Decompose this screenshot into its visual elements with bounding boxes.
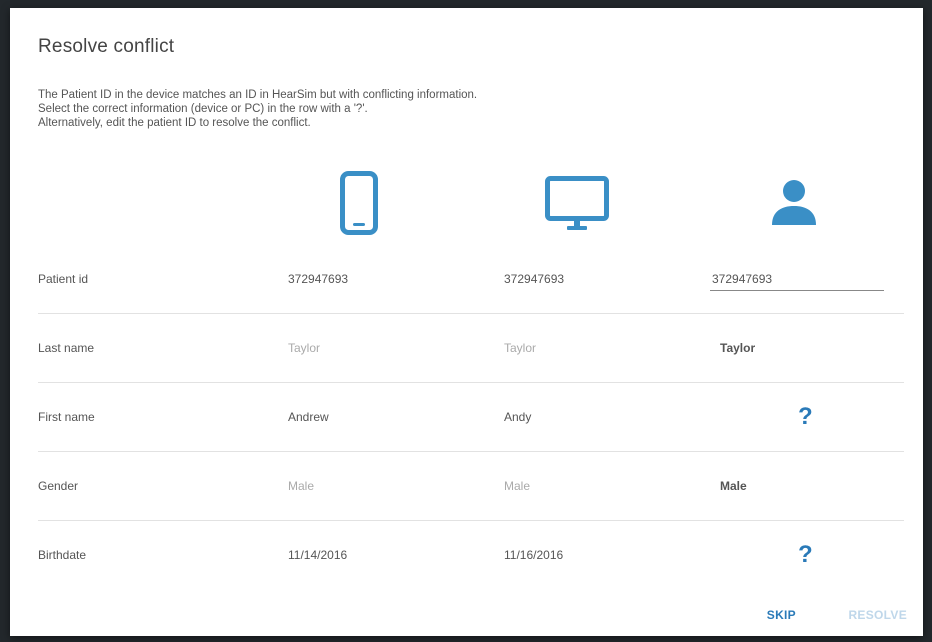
row-birthdate: Birthdate 11/14/2016 11/16/2016 ?: [38, 520, 904, 589]
row-patient-id: Patient id 372947693 372947693: [38, 244, 904, 314]
pc-value: 372947693: [504, 271, 565, 286]
monitor-icon: [545, 176, 609, 232]
device-value-option[interactable]: 11/14/2016: [288, 548, 347, 562]
person-icon: [771, 179, 817, 225]
device-value: Taylor: [288, 340, 321, 355]
row-first-name: First name Andrew Andy ?: [38, 382, 904, 452]
description-line: Select the correct information (device o…: [38, 103, 368, 115]
device-value: 372947693: [288, 271, 349, 286]
device-value-option[interactable]: Andrew: [288, 410, 329, 424]
row-label: First name: [38, 409, 95, 424]
pc-value: Male: [504, 478, 531, 493]
conflict-question-icon[interactable]: ?: [798, 541, 813, 569]
description-line: Alternatively, edit the patient ID to re…: [38, 117, 311, 129]
row-label: Patient id: [38, 271, 89, 286]
resolved-value: Male: [720, 478, 747, 493]
device-value: Male: [288, 478, 315, 493]
resolve-button[interactable]: RESOLVE: [848, 608, 907, 622]
row-label: Gender: [38, 478, 79, 493]
skip-button[interactable]: SKIP: [767, 608, 796, 622]
resolve-conflict-dialog: Resolve conflict The Patient ID in the d…: [10, 8, 923, 636]
pc-value: Taylor: [504, 340, 537, 355]
row-label: Birthdate: [38, 547, 87, 562]
patient-id-input[interactable]: [710, 264, 884, 291]
resolved-value: Taylor: [720, 340, 756, 355]
description-line: The Patient ID in the device matches an …: [38, 89, 478, 101]
dialog-title: Resolve conflict: [38, 36, 175, 57]
dialog-actions: SKIP RESOLVE: [707, 608, 907, 624]
mobile-phone-icon: [340, 171, 378, 235]
conflict-question-icon[interactable]: ?: [798, 403, 813, 431]
row-label: Last name: [38, 340, 95, 355]
row-gender: Gender Male Male Male: [38, 451, 904, 521]
pc-value-option[interactable]: Andy: [504, 410, 531, 424]
dialog-description: The Patient ID in the device matches an …: [38, 88, 658, 130]
pc-value-option[interactable]: 11/16/2016: [504, 548, 563, 562]
row-last-name: Last name Taylor Taylor Taylor: [38, 313, 904, 383]
